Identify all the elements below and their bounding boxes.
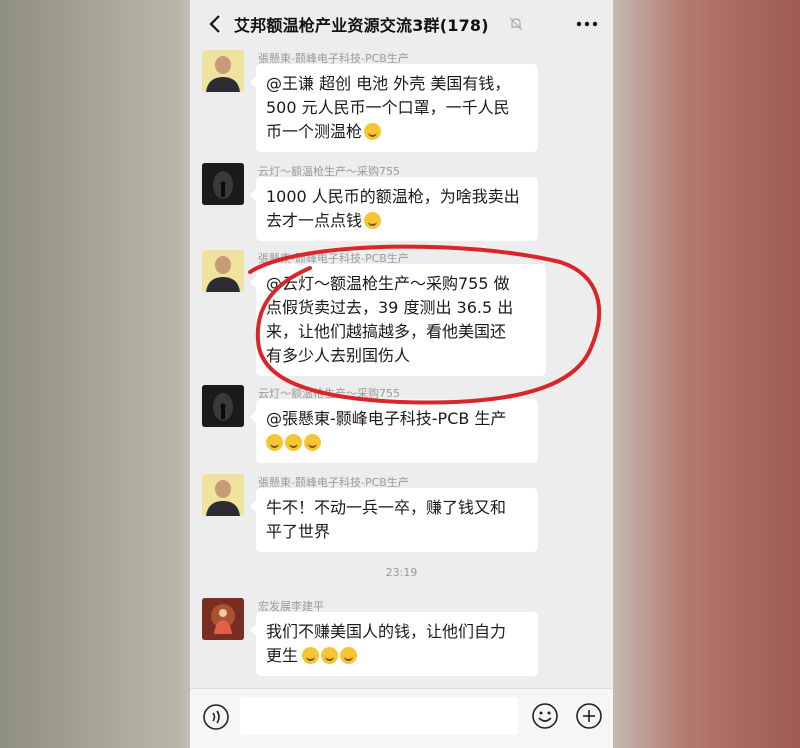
message-line: 点假货卖过去，39 度测出 36.5 出: [266, 298, 514, 317]
message-line: 牛不！不动一兵一卒，赚了钱又和: [266, 498, 507, 517]
smile-emoji: [302, 647, 320, 664]
message-line: 币一个测温枪: [266, 122, 363, 141]
emoji-picker-icon[interactable]: [530, 701, 560, 731]
message-bubble[interactable]: 牛不！不动一兵一卒，赚了钱又和 平了世界: [250, 488, 538, 552]
message-line: 1000 人民币的额温枪，为啥我卖出: [266, 187, 520, 206]
chat-header: 艾邦额温枪产业资源交流3群(178): [190, 0, 613, 48]
mute-bell-icon: [509, 17, 523, 31]
more-options-icon[interactable]: [574, 12, 600, 36]
message-line: 500 元人民币一个口罩，一千人民: [266, 98, 510, 117]
message-bubble[interactable]: @云灯～额温枪生产～采购755 做 点假货卖过去，39 度测出 36.5 出 来…: [250, 264, 546, 376]
message-line: 更生: [266, 646, 299, 665]
chat-window: 艾邦额温枪产业资源交流3群(178) 張懸東-颢峰电子科技-PCB生产 @王谦 …: [190, 0, 613, 748]
message-bubble[interactable]: 1000 人民币的额温枪，为啥我卖出 去才一点点钱: [250, 177, 538, 241]
message-timestamp: 23:19: [385, 566, 418, 579]
lamp-avatar-icon: [202, 385, 244, 427]
man-avatar-icon: [202, 250, 244, 292]
chat-title: 艾邦额温枪产业资源交流3群(178): [234, 16, 489, 35]
sender-avatar[interactable]: [202, 385, 244, 427]
message-line: @王谦 超创 电池 外壳 美国有钱，: [266, 74, 511, 93]
sender-avatar[interactable]: [202, 50, 244, 92]
sender-avatar[interactable]: [202, 250, 244, 292]
message-line: @云灯～额温枪生产～采购755 做: [266, 274, 510, 293]
tears-of-joy-emoji: [364, 212, 382, 229]
message-line: 有多少人去别国伤人: [266, 346, 411, 365]
message-line: 去才一点点钱: [266, 211, 363, 230]
sender-avatar[interactable]: [202, 598, 244, 640]
more-actions-plus-icon[interactable]: [574, 701, 604, 731]
tears-of-joy-emoji: [285, 434, 302, 451]
sender-avatar[interactable]: [202, 474, 244, 516]
sender-avatar[interactable]: [202, 163, 244, 205]
message-input[interactable]: [240, 697, 518, 735]
man-avatar-icon: [202, 50, 244, 92]
tears-of-joy-emoji: [304, 434, 321, 451]
message-line: 来，让他们越搞越多，看他美国还: [266, 322, 507, 341]
smile-emoji: [340, 647, 358, 664]
man-avatar-icon: [202, 474, 244, 516]
tears-of-joy-emoji: [266, 434, 283, 451]
message-bubble[interactable]: @王谦 超创 电池 外壳 美国有钱， 500 元人民币一个口罩，一千人民 币一个…: [250, 64, 538, 152]
message-line: @張懸東-颢峰电子科技-PCB 生产: [266, 409, 507, 428]
grin-sweat-emoji: [364, 123, 382, 140]
back-arrow-icon[interactable]: [204, 12, 228, 36]
smile-emoji: [321, 647, 339, 664]
voice-input-icon[interactable]: [202, 703, 230, 731]
message-line: 平了世界: [266, 522, 331, 541]
lamp-avatar-icon: [202, 163, 244, 205]
buddha-avatar-icon: [202, 598, 244, 640]
input-bar: [190, 688, 613, 748]
message-bubble[interactable]: 我们不赚美国人的钱，让他们自力 更生: [250, 612, 538, 676]
message-line: 我们不赚美国人的钱，让他们自力: [266, 622, 507, 641]
message-bubble[interactable]: @張懸東-颢峰电子科技-PCB 生产: [250, 399, 538, 463]
